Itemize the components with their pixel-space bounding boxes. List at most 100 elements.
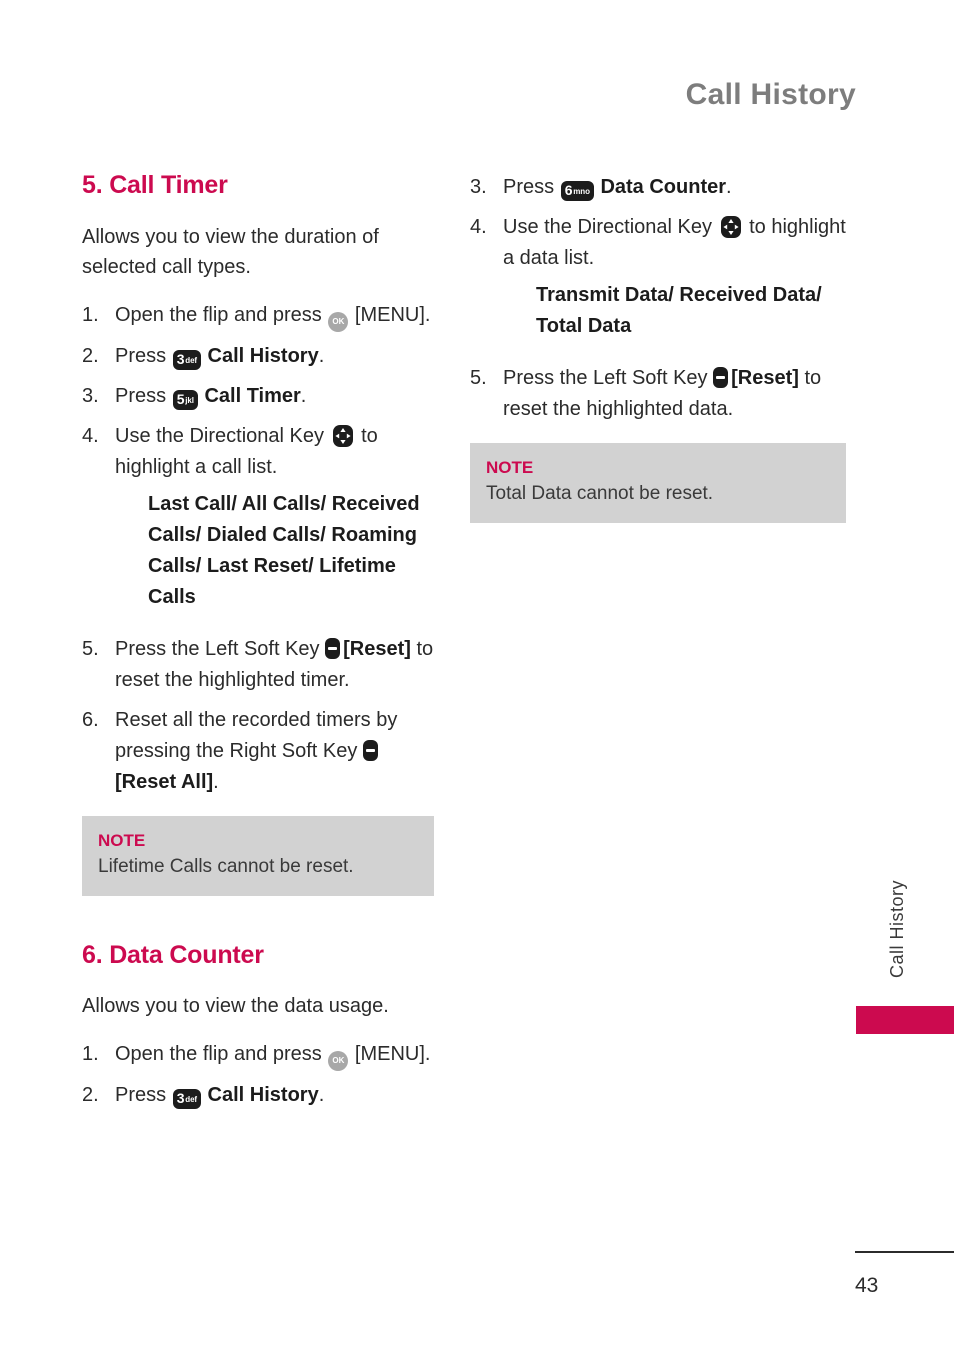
step-text: Open the flip and press OK [MENU]. <box>115 300 434 332</box>
step-text-before: Reset all the recorded timers by pressin… <box>115 708 398 762</box>
step-number: 5. <box>82 637 99 660</box>
keypad-5-jkl-icon: 5jkl <box>172 389 198 410</box>
note-text: Total Data cannot be reset. <box>486 483 714 504</box>
call-list-options: Last Call/ All Calls/ Received Calls/ Di… <box>148 492 420 608</box>
step-text-bold: Data Counter <box>600 176 727 198</box>
step-number: 6. <box>82 708 99 731</box>
keycap-digit: 3 <box>176 1090 185 1106</box>
data-counter-intro: Allows you to view the data usage. <box>82 995 389 1017</box>
step-text: Press 5jkl Call Timer. <box>115 381 434 412</box>
step-number: 4. <box>82 424 99 447</box>
call-timer-steps: 1. Open the flip and press OK [MENU]. 2.… <box>82 300 434 798</box>
list-item: 4. Use the Directional Key to highlight … <box>82 421 434 625</box>
step-number: 4. <box>470 216 487 238</box>
keypad-3-def-icon: 3def <box>172 349 201 370</box>
call-timer-intro: Allows you to view the duration of selec… <box>82 225 379 278</box>
keycap-digit: 3 <box>176 350 185 367</box>
right-column: 3. Press 6mno Data Counter. 4. Use the D… <box>470 172 846 1120</box>
step-text-before: Press <box>115 344 172 367</box>
step-text: Press the Left Soft Key [Reset] to reset… <box>503 363 846 425</box>
data-counter-steps-continued: 3. Press 6mno Data Counter. 4. Use the D… <box>470 172 846 425</box>
side-tab-accent-bar <box>856 1006 954 1034</box>
step-text-before: Press the Left Soft Key <box>503 367 714 389</box>
note-box-lifetime-calls: NOTE Lifetime Calls cannot be reset. <box>82 815 434 896</box>
keycap-letters: jkl <box>185 395 194 405</box>
step-text-after: . <box>726 176 732 198</box>
step-text-after: . <box>300 384 307 407</box>
list-item: 6. Reset all the recorded timers by pres… <box>82 705 434 798</box>
ok-key-icon: OK <box>328 311 349 332</box>
step-number: 1. <box>82 303 99 326</box>
step-text-after: [MENU]. <box>349 303 431 326</box>
list-item: 1. Open the flip and press OK [MENU]. <box>82 1039 434 1071</box>
keycap-digit: 5 <box>176 390 185 407</box>
step-text-before: Use the Directional Key <box>503 216 718 238</box>
list-item: 3. Press 6mno Data Counter. <box>470 172 846 203</box>
note-box-total-data: NOTE Total Data cannot be reset. <box>470 443 846 523</box>
step-text: Press 6mno Data Counter. <box>503 172 846 203</box>
keypad-6-mno-icon: 6mno <box>560 181 594 201</box>
note-title: NOTE <box>486 458 534 477</box>
step-number: 5. <box>470 367 487 389</box>
keycap-letters: def <box>185 355 197 365</box>
step-text: Use the Directional Key to highlight a c… <box>115 421 434 625</box>
side-tab-label: Call History <box>887 880 907 979</box>
list-item: 5. Press the Left Soft Key [Reset] to re… <box>470 363 846 425</box>
soft-key-icon <box>325 637 341 659</box>
keycap-letters: mno <box>573 187 590 196</box>
step-text-after: . <box>213 770 219 793</box>
directional-key-icon <box>719 215 743 239</box>
note-title: NOTE <box>98 830 146 850</box>
step-text: Use the Directional Key to highlight a d… <box>503 212 846 354</box>
step-text-before: Use the Directional Key <box>115 424 330 447</box>
step-number: 1. <box>82 1043 99 1065</box>
list-item: 2. Press 3def Call History. <box>82 341 434 372</box>
section-heading-call-timer: 5. Call Timer <box>82 171 228 199</box>
keypad-3-def-icon: 3def <box>172 1089 201 1109</box>
directional-key-icon <box>331 424 355 448</box>
list-item: 3. Press 5jkl Call Timer. <box>82 381 434 412</box>
step-text-after: . <box>318 1084 325 1106</box>
step-text: Press the Left Soft Key [Reset] to reset… <box>115 634 434 696</box>
step-number: 3. <box>82 384 99 407</box>
step-text-before: Press the Left Soft Key <box>115 637 326 660</box>
soft-key-icon <box>713 367 729 388</box>
page-columns: 5. Call Timer Allows you to view the dur… <box>82 171 870 1120</box>
footer-divider <box>855 1251 954 1253</box>
step-number: 2. <box>82 1084 99 1106</box>
step-text: Press 3def Call History. <box>115 1080 434 1111</box>
list-item: 5. Press the Left Soft Key [Reset] to re… <box>82 634 434 696</box>
keycap-letters: def <box>185 1095 197 1104</box>
soft-key-label: [Reset All] <box>115 770 214 793</box>
step-text: Press 3def Call History. <box>115 341 434 372</box>
step-text-before: Press <box>115 1084 172 1106</box>
page-running-header: Call History <box>685 78 856 111</box>
side-tab: Call History <box>854 880 954 1034</box>
data-counter-steps: 1. Open the flip and press OK [MENU]. 2.… <box>82 1039 434 1111</box>
list-item: 1. Open the flip and press OK [MENU]. <box>82 300 434 332</box>
step-text-before: Open the flip and press <box>115 303 328 326</box>
keycap-digit: 6 <box>564 182 573 198</box>
step-text-before: Press <box>503 176 560 198</box>
step-text-bold: Call History <box>207 344 319 367</box>
step-text: Reset all the recorded timers by pressin… <box>115 705 434 798</box>
step-text-after: [MENU]. <box>349 1043 431 1065</box>
step-number: 2. <box>82 344 99 367</box>
ok-key-icon: OK <box>328 1051 349 1071</box>
step-text-after: . <box>318 344 325 367</box>
step-number: 3. <box>470 176 487 198</box>
step-text-before: Open the flip and press <box>115 1043 328 1065</box>
data-list-options: Transmit Data/ Received Data/ Total Data <box>536 284 822 337</box>
list-item: 4. Use the Directional Key to highlight … <box>470 212 846 354</box>
note-text: Lifetime Calls cannot be reset. <box>98 855 354 877</box>
section-heading-data-counter: 6. Data Counter <box>82 940 264 969</box>
list-item: 2. Press 3def Call History. <box>82 1080 434 1111</box>
step-text: Open the flip and press OK [MENU]. <box>115 1039 434 1071</box>
step-text-bold: Call History <box>207 1084 319 1106</box>
soft-key-label: [Reset] <box>731 367 799 389</box>
page-number: 43 <box>855 1274 879 1297</box>
soft-key-icon <box>362 739 378 761</box>
left-column: 5. Call Timer Allows you to view the dur… <box>82 171 434 1120</box>
step-text-bold: Call Timer <box>204 384 301 407</box>
step-text-before: Press <box>115 384 172 407</box>
